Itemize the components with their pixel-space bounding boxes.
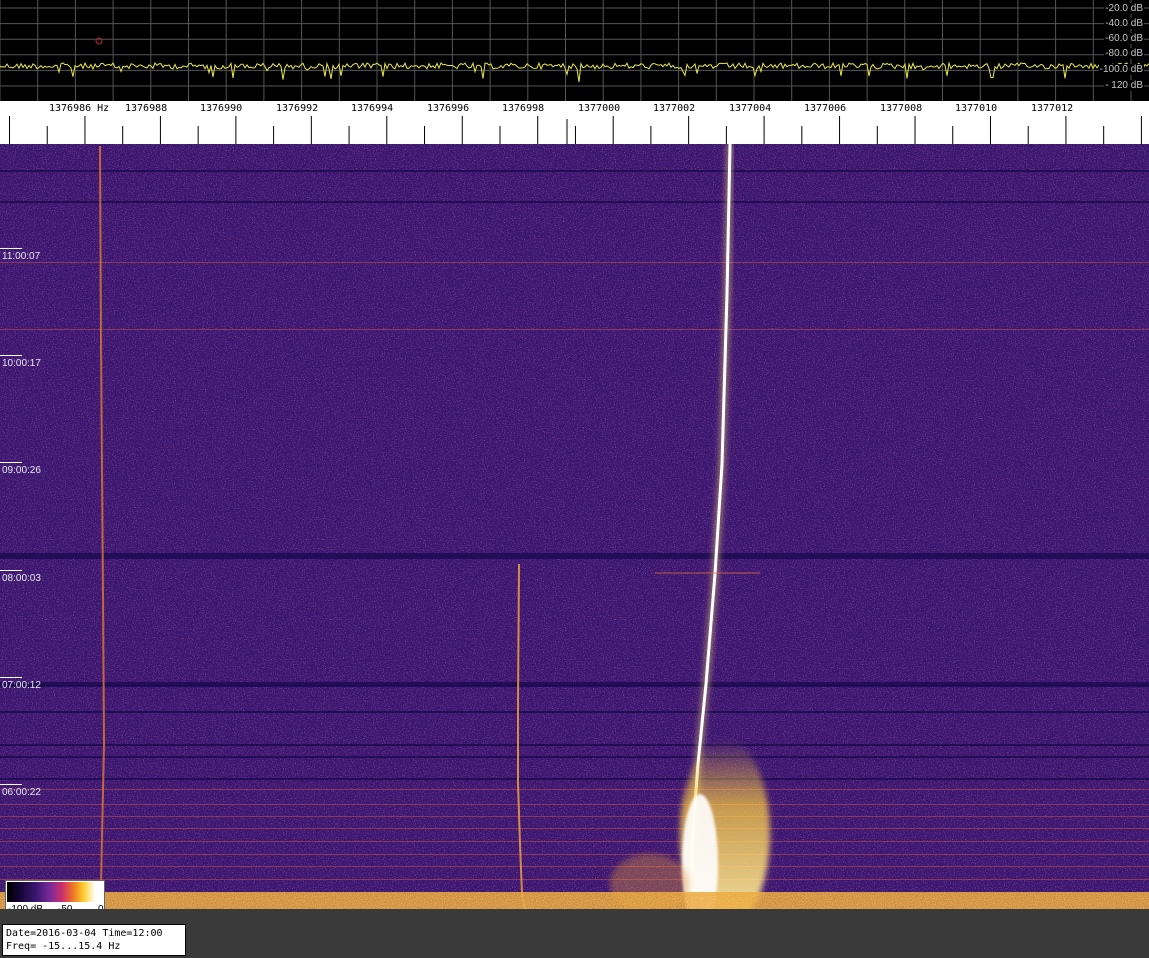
time-label: 06:00:22 xyxy=(2,787,41,798)
freq-label: 1376986 Hz xyxy=(49,103,110,114)
time-tick xyxy=(0,355,22,356)
time-tick xyxy=(0,462,22,463)
spectrogram-image xyxy=(0,144,1149,909)
freq-label: 1376996 xyxy=(427,103,470,114)
color-bar xyxy=(7,882,103,902)
freq-label: 1377002 xyxy=(653,103,696,114)
time-tick xyxy=(0,677,22,678)
spectrum-plot xyxy=(0,0,1149,101)
spectrum-panel[interactable]: -20.0 dB -40.0 dB -60.0 dB -80.0 dB -100… xyxy=(0,0,1149,101)
time-label: 08:00:03 xyxy=(2,573,41,584)
frequency-range-info: Freq= -15...15.4 Hz xyxy=(6,941,121,952)
info-box: Date=2016-03-04 Time=12:00 Freq= -15...1… xyxy=(2,924,186,956)
freq-label: 1376988 xyxy=(125,103,168,114)
db-label: -60.0 dB xyxy=(1104,33,1144,44)
freq-label: 1377012 xyxy=(1031,103,1074,114)
time-label: 07:00:12 xyxy=(2,680,41,691)
time-label: 09:00:26 xyxy=(2,465,41,476)
freq-label: 1376992 xyxy=(276,103,319,114)
date-time-info: Date=2016-03-04 Time=12:00 xyxy=(6,928,163,939)
time-tick xyxy=(0,570,22,571)
waterfall-spectrogram[interactable]: 11:00:07 10:00:17 09:00:26 08:00:03 07:0… xyxy=(0,144,1149,909)
freq-label: 1377004 xyxy=(729,103,772,114)
db-label: -20.0 dB xyxy=(1104,3,1144,14)
db-label: -100.0 dB xyxy=(1098,64,1144,75)
db-label: - 120 dB xyxy=(1104,80,1144,91)
freq-label: 1376994 xyxy=(351,103,394,114)
time-label: 11:00:07 xyxy=(2,251,41,262)
freq-label: 1376998 xyxy=(502,103,545,114)
freq-label: 1377000 xyxy=(578,103,621,114)
frequency-axis[interactable]: 1376986 Hz 1376988 1376990 1376992 13769… xyxy=(0,101,1149,144)
freq-label: 1377010 xyxy=(955,103,998,114)
freq-label: 1376990 xyxy=(200,103,243,114)
time-tick xyxy=(0,784,22,785)
freq-label: 1377006 xyxy=(804,103,847,114)
time-tick xyxy=(0,248,22,249)
time-label: 10:00:17 xyxy=(2,358,41,369)
db-label: -80.0 dB xyxy=(1104,48,1144,59)
db-label: -40.0 dB xyxy=(1104,18,1144,29)
freq-label: 1377008 xyxy=(880,103,923,114)
